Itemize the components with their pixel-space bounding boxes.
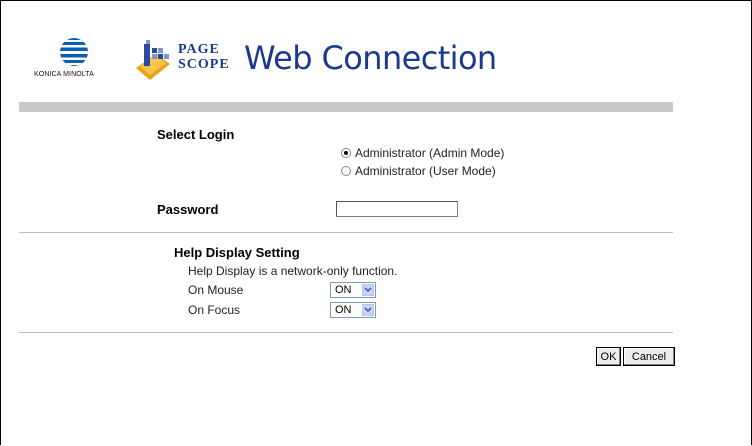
radio-user-mode-label: Administrator (User Mode) [355,164,496,178]
product-line1: PAGE [178,42,220,57]
section-divider [19,232,673,233]
radio-admin-mode[interactable]: Administrator (Admin Mode) [341,146,504,160]
select-login-label: Select Login [157,127,235,142]
on-focus-label: On Focus [188,303,241,317]
on-focus-select[interactable]: ON [330,302,376,318]
on-mouse-value: ON [335,284,352,296]
password-input[interactable] [336,201,458,217]
help-description: Help Display is a network-only function. [188,264,398,278]
on-mouse-select[interactable]: ON [330,282,376,298]
radio-user-mode[interactable]: Administrator (User Mode) [341,164,496,178]
header-divider-bar [19,102,673,112]
pagescope-wordmark: PAGE SCOPE [178,43,230,73]
brand-text: KONICA MINOLTA [34,71,94,78]
radio-button-unchecked[interactable] [341,166,351,176]
chevron-down-icon[interactable] [362,284,374,296]
konica-minolta-globe-icon [60,38,88,66]
ok-button[interactable]: OK [596,347,621,366]
password-label: Password [157,202,219,217]
help-display-title: Help Display Setting [174,245,300,260]
product-line2: SCOPE [178,57,230,72]
on-focus-value: ON [335,304,352,316]
on-mouse-label: On Mouse [188,283,244,297]
section-divider [19,332,673,333]
radio-button-checked[interactable] [341,148,351,158]
pagescope-logo-icon [136,40,170,80]
radio-admin-mode-label: Administrator (Admin Mode) [355,146,505,160]
product-title: Web Connection [244,39,497,77]
cancel-button[interactable]: Cancel [623,347,675,366]
chevron-down-icon[interactable] [362,304,374,316]
